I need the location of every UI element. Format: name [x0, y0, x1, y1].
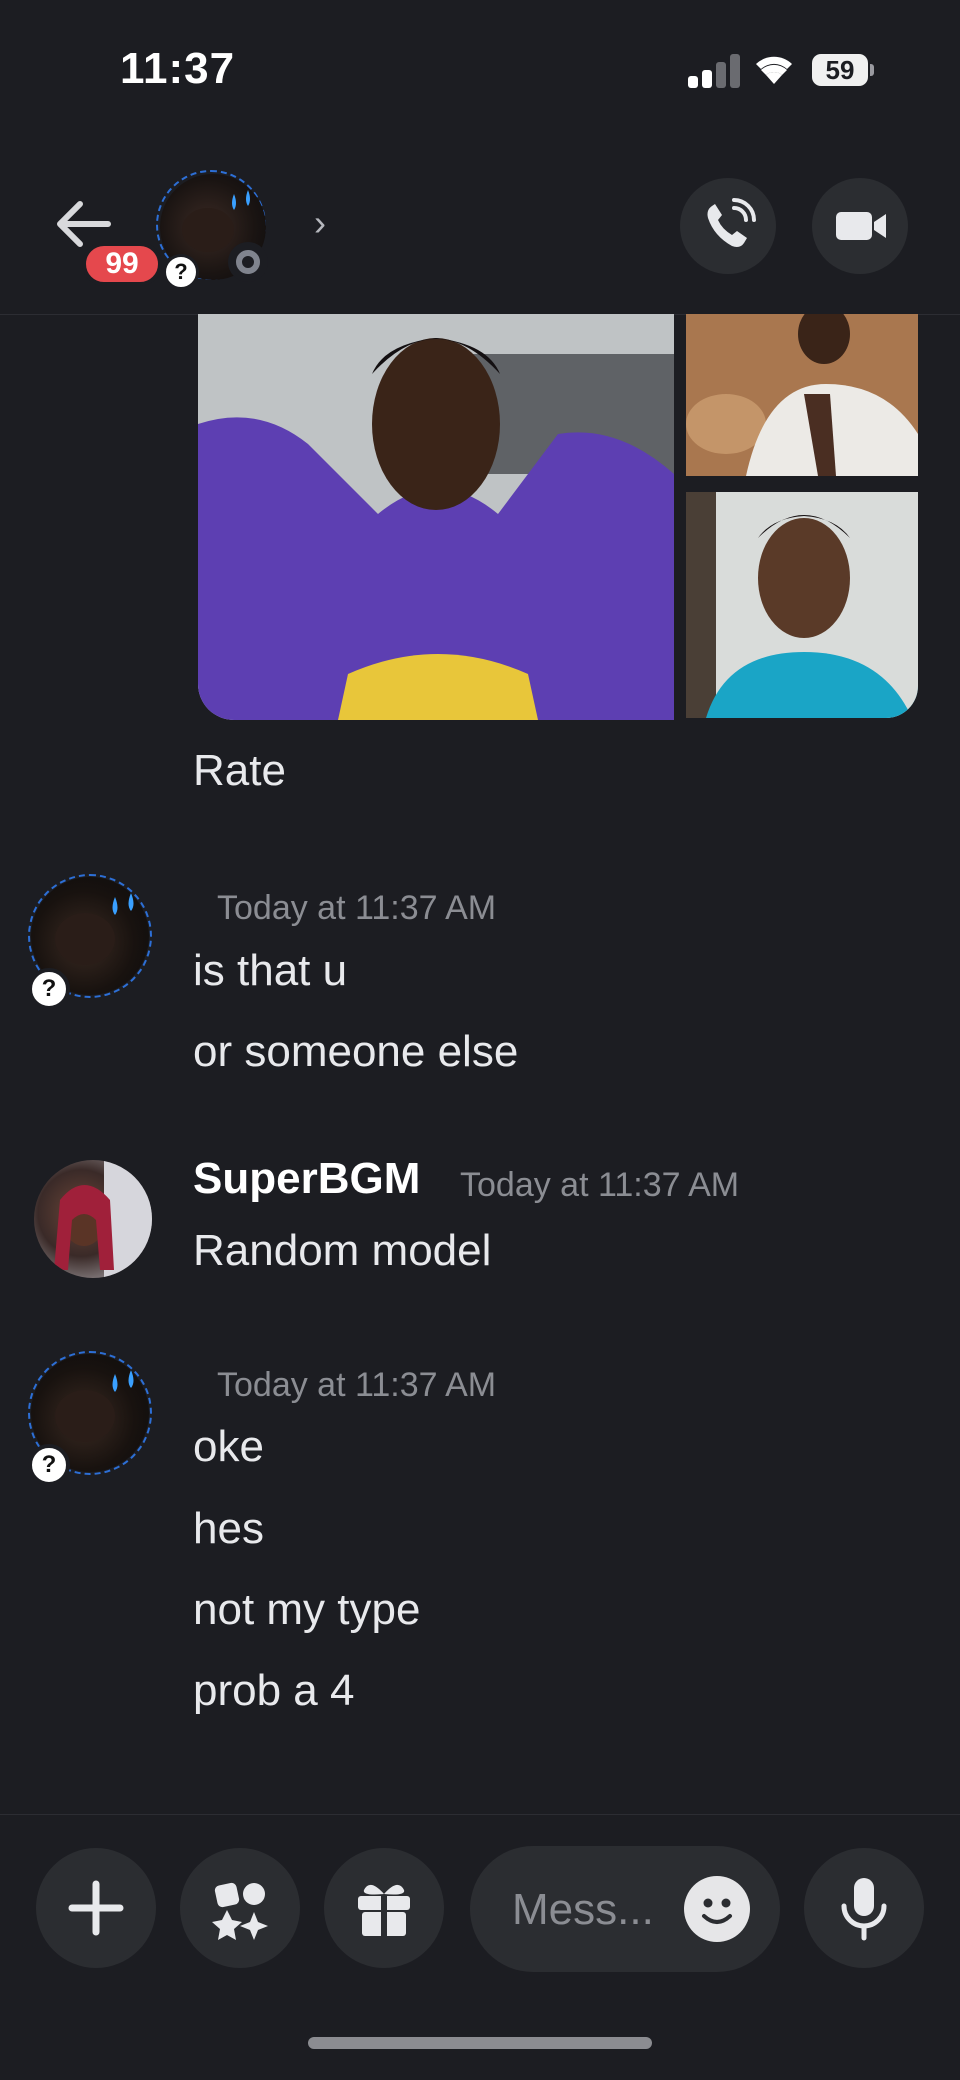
add-attachment-button[interactable] [36, 1848, 156, 1968]
help-badge-icon: ? [28, 968, 70, 1010]
emoji-button[interactable] [684, 1876, 750, 1942]
message-timestamp: Today at 11:37 AM [460, 1166, 740, 1204]
message-timestamp: Today at 11:37 AM [217, 1366, 497, 1404]
video-call-button[interactable] [812, 178, 908, 274]
attachment-image-2[interactable] [686, 314, 918, 476]
emoji-icon [702, 1898, 732, 1924]
message-text: hes [193, 1504, 264, 1553]
offline-status-icon [228, 242, 268, 282]
attachment-image-3[interactable] [686, 492, 918, 718]
message-text: oke [193, 1422, 264, 1471]
status-bar: 11:37 59 [0, 0, 960, 130]
cellular-signal-icon [688, 52, 742, 88]
home-indicator[interactable] [308, 2037, 652, 2049]
battery-indicator: 59 [812, 54, 874, 86]
dm-header: 99 ? › [0, 130, 960, 315]
message-input-container[interactable] [470, 1846, 780, 1972]
unread-badge: 99 [82, 242, 162, 286]
message-text: Random model [193, 1226, 492, 1275]
message-author[interactable]: SuperBGM [193, 1154, 420, 1204]
message-text: not my type [193, 1585, 421, 1634]
help-badge-icon: ? [163, 254, 199, 290]
phone-call-icon [707, 198, 756, 247]
chevron-right-icon[interactable]: › [314, 202, 336, 243]
gift-button[interactable] [324, 1848, 444, 1968]
avatar[interactable] [34, 1160, 152, 1278]
voice-message-button[interactable] [804, 1848, 924, 1968]
message-text: prob a 4 [193, 1666, 355, 1715]
message-input[interactable] [510, 1876, 674, 1944]
plus-icon [68, 1880, 124, 1936]
status-time: 11:37 [120, 44, 236, 93]
microphone-icon [841, 1878, 887, 1941]
gift-icon [358, 1884, 410, 1938]
message-text: Rate [193, 746, 286, 795]
message-text: or someone else [193, 1027, 519, 1076]
message-text: is that u [193, 946, 348, 995]
voice-call-button[interactable] [680, 178, 776, 274]
apps-icon [212, 1882, 268, 1940]
message-timestamp: Today at 11:37 AM [217, 889, 497, 927]
video-camera-icon [836, 212, 886, 240]
help-badge-icon: ? [28, 1444, 70, 1486]
attachment-image-1[interactable] [198, 314, 674, 720]
battery-level: 59 [825, 55, 855, 85]
apps-button[interactable] [180, 1848, 300, 1968]
wifi-icon [756, 56, 792, 84]
